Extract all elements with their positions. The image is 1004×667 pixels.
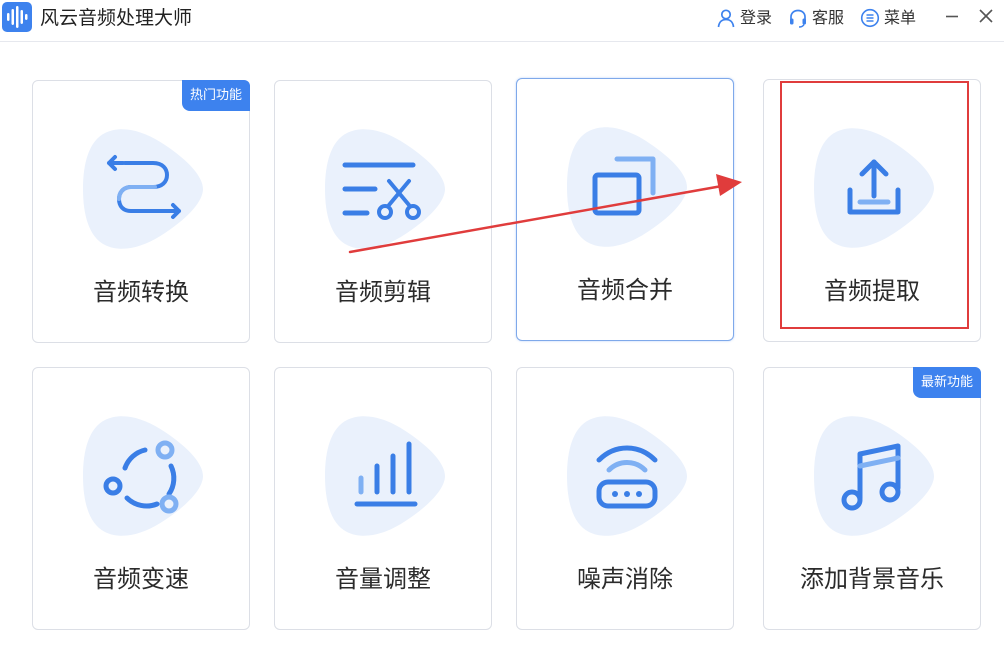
card-label: 音量调整 — [335, 565, 431, 593]
scissors-icon — [342, 162, 421, 220]
card-label: 音频合并 — [577, 276, 673, 304]
merge-squares-icon — [592, 156, 656, 216]
headset-icon — [790, 9, 806, 28]
card-label: 音频提取 — [824, 277, 920, 305]
login-label: 登录 — [740, 8, 773, 27]
app-logo-icon — [2, 2, 32, 32]
card-label: 音频变速 — [93, 565, 189, 593]
circular-nodes-icon — [103, 440, 179, 514]
card-noise-removal[interactable]: 噪声消除 — [516, 367, 734, 630]
upload-tray-icon — [847, 159, 901, 215]
menu-list-icon — [860, 8, 880, 28]
card-volume-adjust[interactable]: 音量调整 — [274, 367, 492, 630]
user-icon — [717, 9, 735, 28]
volume-bars-icon — [354, 441, 418, 507]
card-audio-convert[interactable]: 音频转换 热门功能 — [32, 80, 250, 343]
card-audio-extract[interactable]: 音频提取 — [763, 79, 981, 342]
app-title: 风云音频处理大师 — [40, 7, 193, 29]
card-label: 音频剪辑 — [335, 278, 431, 306]
card-audio-cut[interactable]: 音频剪辑 — [274, 80, 492, 343]
card-label: 音频转换 — [93, 278, 189, 306]
menu-label: 菜单 — [884, 8, 917, 27]
close-icon[interactable] — [976, 6, 996, 26]
card-audio-merge[interactable]: 音频合并 — [516, 78, 734, 341]
music-note-icon — [841, 443, 901, 511]
convert-arrows-icon — [107, 155, 181, 219]
card-audio-speed[interactable]: 音频变速 — [32, 367, 250, 630]
customer-service-label: 客服 — [812, 8, 845, 27]
minimize-icon[interactable] — [942, 6, 962, 26]
card-label: 噪声消除 — [577, 565, 673, 593]
wifi-router-icon — [596, 445, 658, 509]
new-feature-badge: 最新功能 — [912, 367, 981, 398]
card-add-background-music[interactable]: 添加背景音乐 最新功能 — [763, 367, 981, 630]
hot-feature-badge: 热门功能 — [181, 80, 250, 111]
card-label: 添加背景音乐 — [800, 565, 944, 593]
title-bar: 风云音频处理大师 登录 客服 菜单 — [0, 0, 1004, 42]
